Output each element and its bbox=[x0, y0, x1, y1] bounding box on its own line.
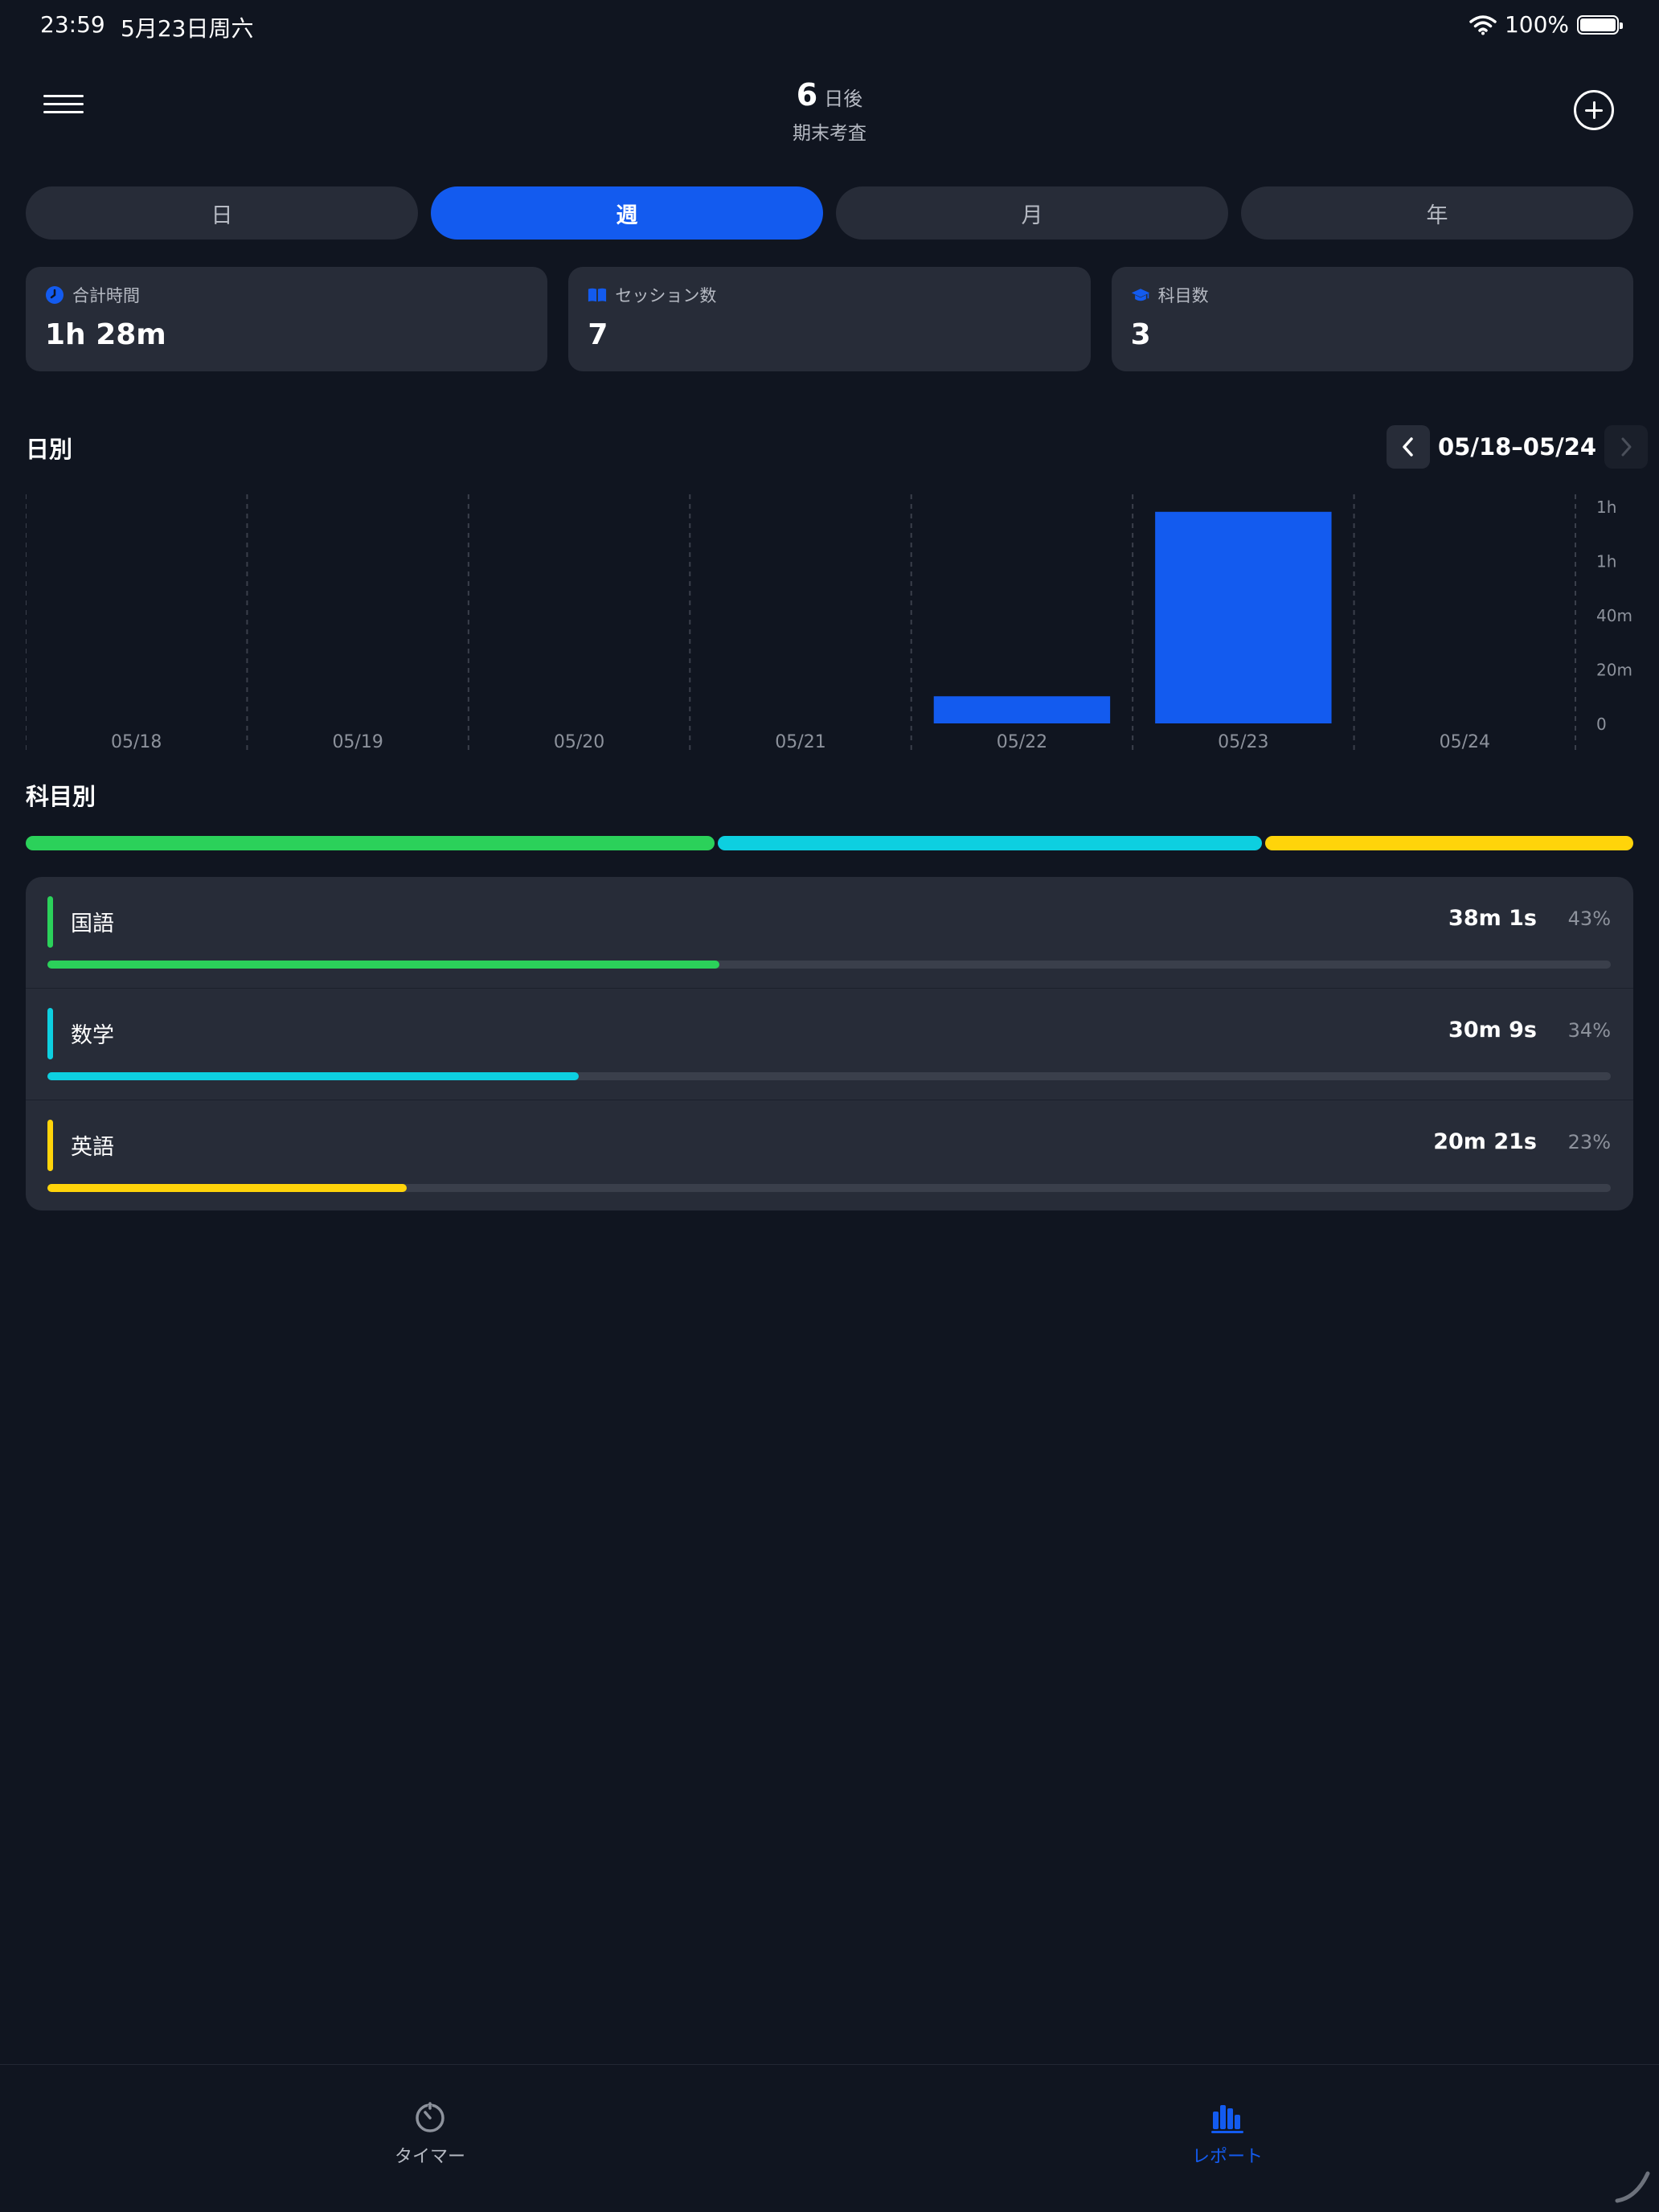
subject-time: 20m 21s bbox=[1433, 1129, 1537, 1154]
daily-title: 日別 bbox=[26, 436, 73, 463]
tab-month[interactable]: 月 bbox=[836, 186, 1228, 240]
subject-count-card: 科目数 3 bbox=[1111, 267, 1633, 371]
prev-range-button[interactable] bbox=[1387, 425, 1430, 469]
subject-progress-track bbox=[47, 1184, 1611, 1192]
graduation-cap-icon bbox=[1131, 289, 1149, 301]
subject-name: 国語 bbox=[71, 911, 114, 936]
exam-name: 期末考査 bbox=[793, 123, 866, 144]
tab-week[interactable]: 週 bbox=[431, 186, 823, 240]
chevron-right-icon bbox=[1621, 437, 1632, 457]
subject-row-eigo[interactable]: 英語 20m 21s 23% bbox=[26, 1100, 1633, 1210]
subject-name: 数学 bbox=[71, 1023, 114, 1048]
subject-count-label: 科目数 bbox=[1157, 286, 1209, 305]
y-tick-label: 0 bbox=[1596, 715, 1607, 734]
subject-color-marker bbox=[47, 1008, 53, 1059]
y-tick-label: 1h bbox=[1596, 552, 1616, 571]
chart-bar[interactable] bbox=[1155, 511, 1332, 723]
subjects-title: 科目別 bbox=[26, 783, 96, 810]
period-tabs: 日 週 月 年 bbox=[26, 186, 1633, 240]
tabbar-label-report: レポート bbox=[1191, 2147, 1263, 2167]
y-tick-label: 1h bbox=[1596, 498, 1616, 517]
total-time-value: 1h 28m bbox=[45, 318, 166, 351]
tab-year[interactable]: 年 bbox=[1241, 186, 1633, 240]
range-navigator: 05/18–05/24 bbox=[1387, 424, 1649, 469]
subject-progress-track bbox=[47, 1072, 1611, 1080]
bottom-tab-bar: タイマー レポート bbox=[0, 2064, 1659, 2212]
tabbar-item-report[interactable]: レポート bbox=[1107, 2100, 1348, 2168]
x-tick-label: 05/22 bbox=[997, 732, 1047, 752]
subject-color-marker bbox=[47, 896, 53, 948]
x-tick-label: 05/24 bbox=[1440, 732, 1490, 752]
subject-count-value: 3 bbox=[1130, 318, 1151, 351]
x-tick-label: 05/19 bbox=[332, 732, 383, 752]
subject-row-kokugo[interactable]: 国語 38m 1s 43% bbox=[26, 877, 1633, 989]
status-date: 5月23日周六 bbox=[121, 15, 254, 42]
next-range-button[interactable] bbox=[1604, 425, 1649, 469]
subject-percent: 23% bbox=[1567, 1131, 1611, 1153]
x-tick-label: 05/23 bbox=[1218, 732, 1268, 752]
subject-progress-fill bbox=[47, 1072, 580, 1080]
subject-time: 30m 9s bbox=[1448, 1018, 1537, 1043]
x-tick-label: 05/18 bbox=[111, 732, 162, 752]
countdown-unit: 日後 bbox=[824, 88, 863, 110]
status-indicators: 100% bbox=[1469, 11, 1623, 38]
total-time-card: 合計時間 1h 28m bbox=[26, 267, 548, 371]
subject-progress-track bbox=[47, 961, 1611, 969]
session-count-value: 7 bbox=[588, 318, 608, 351]
clock-icon bbox=[46, 286, 63, 304]
status-time: 23:59 bbox=[40, 11, 105, 38]
chevron-left-icon bbox=[1403, 437, 1413, 457]
subject-progress-fill bbox=[47, 1184, 408, 1192]
x-tick-label: 05/21 bbox=[775, 732, 825, 752]
battery-percent: 100% bbox=[1504, 11, 1569, 38]
tab-day[interactable]: 日 bbox=[26, 186, 418, 240]
total-time-label: 合計時間 bbox=[72, 286, 140, 305]
chart-bar[interactable] bbox=[933, 696, 1111, 723]
session-count-label: セッション数 bbox=[615, 286, 717, 305]
share-segment-eigo bbox=[1264, 836, 1633, 850]
subject-name: 英語 bbox=[71, 1135, 114, 1160]
stat-cards: 合計時間 1h 28m セッション数 7 科目数 3 bbox=[26, 267, 1633, 371]
subject-row-sugaku[interactable]: 数学 30m 9s 34% bbox=[26, 989, 1633, 1100]
daily-bar-chart: 05/18 05/19 05/20 05/21 05/22 05/23 05/24 0 20m 4… bbox=[26, 494, 1632, 752]
session-count-card: セッション数 7 bbox=[568, 267, 1091, 371]
exam-countdown: 6 日後 期末考査 bbox=[0, 77, 1659, 145]
bar-chart-icon bbox=[1211, 2105, 1243, 2133]
wifi-icon bbox=[1469, 14, 1497, 35]
subject-list: 国語 38m 1s 43% 数学 30m 9s 34% 英語 20m 21s 2… bbox=[26, 877, 1633, 1210]
tabbar-item-timer[interactable]: タイマー bbox=[309, 2100, 551, 2168]
share-segment-sugaku bbox=[717, 836, 1262, 850]
x-tick-label: 05/20 bbox=[554, 732, 604, 752]
subject-percent: 43% bbox=[1567, 907, 1611, 930]
book-icon bbox=[588, 288, 607, 302]
resize-handle-icon bbox=[1615, 2171, 1650, 2203]
subject-percent: 34% bbox=[1567, 1019, 1611, 1042]
countdown-days: 6 bbox=[796, 77, 818, 113]
subject-color-marker bbox=[47, 1120, 53, 1171]
share-segment-kokugo bbox=[26, 836, 715, 850]
add-button[interactable] bbox=[1574, 90, 1614, 130]
range-label: 05/18–05/24 bbox=[1438, 433, 1597, 461]
y-tick-label: 40m bbox=[1596, 606, 1632, 625]
subject-time: 38m 1s bbox=[1448, 906, 1537, 931]
tabbar-label-timer: タイマー bbox=[394, 2147, 465, 2167]
subject-progress-fill bbox=[47, 961, 720, 969]
battery-icon bbox=[1577, 14, 1623, 35]
subject-share-bar bbox=[26, 836, 1633, 850]
status-bar: 23:59 5月23日周六 100% bbox=[0, 0, 1659, 51]
timer-icon bbox=[416, 2102, 444, 2132]
y-tick-label: 20m bbox=[1596, 661, 1632, 680]
